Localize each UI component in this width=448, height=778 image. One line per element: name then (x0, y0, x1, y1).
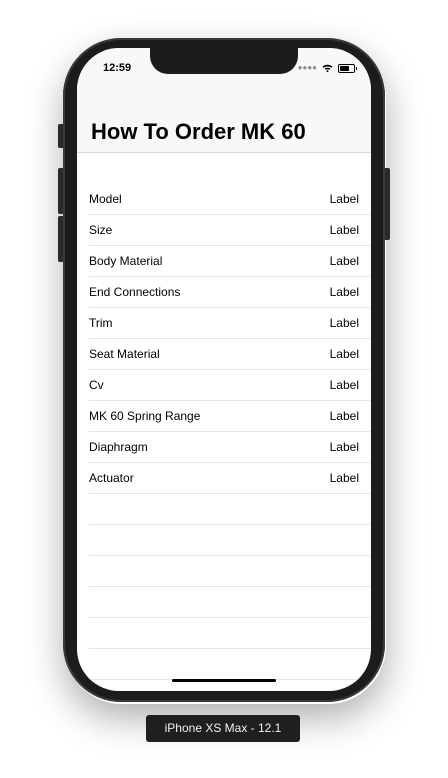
empty-table-row (89, 525, 371, 556)
status-time: 12:59 (103, 62, 132, 74)
empty-table-row (89, 587, 371, 618)
home-indicator[interactable] (172, 679, 276, 682)
row-label: Cv (89, 378, 104, 392)
row-label: Model (89, 192, 122, 206)
row-value: Label (329, 409, 359, 423)
battery-icon (338, 63, 357, 73)
row-label: End Connections (89, 285, 181, 299)
empty-table-row (89, 649, 371, 680)
row-value: Label (329, 316, 359, 330)
row-label: Size (89, 223, 113, 237)
row-value: Label (329, 471, 359, 485)
row-label: Trim (89, 316, 113, 330)
table-row[interactable]: Cv Label (89, 370, 371, 401)
row-label: Seat Material (89, 347, 160, 361)
device-screen: How To Order MK 60 12:59 ●●●● Model Labe… (77, 48, 371, 691)
empty-table-row (89, 618, 371, 649)
status-indicators: ●●●● (297, 63, 357, 73)
signal-dots-icon: ●●●● (297, 63, 317, 72)
empty-table-row (89, 556, 371, 587)
wifi-icon (322, 64, 333, 72)
table-row[interactable]: Model Label (89, 184, 371, 215)
empty-table-row (89, 494, 371, 525)
row-label: Actuator (89, 471, 134, 485)
table-row[interactable]: End Connections Label (89, 277, 371, 308)
row-value: Label (329, 223, 359, 237)
row-label: Diaphragm (89, 440, 148, 454)
table-row[interactable]: Size Label (89, 215, 371, 246)
table-row[interactable]: Body Material Label (89, 246, 371, 277)
row-value: Label (329, 192, 359, 206)
table-row[interactable]: Trim Label (89, 308, 371, 339)
row-label: Body Material (89, 254, 163, 268)
table-row[interactable]: Actuator Label (89, 463, 371, 494)
row-label: MK 60 Spring Range (89, 409, 201, 423)
row-value: Label (329, 347, 359, 361)
order-table[interactable]: Model Label Size Label Body Material Lab… (77, 184, 371, 680)
page-title: How To Order MK 60 (91, 119, 306, 144)
table-row[interactable]: Diaphragm Label (89, 432, 371, 463)
table-row[interactable]: Seat Material Label (89, 339, 371, 370)
notch (150, 48, 298, 74)
row-value: Label (329, 285, 359, 299)
row-value: Label (329, 440, 359, 454)
row-value: Label (329, 378, 359, 392)
row-value: Label (329, 254, 359, 268)
simulator-device-label: iPhone XS Max - 12.1 (146, 715, 300, 742)
table-row[interactable]: MK 60 Spring Range Label (89, 401, 371, 432)
